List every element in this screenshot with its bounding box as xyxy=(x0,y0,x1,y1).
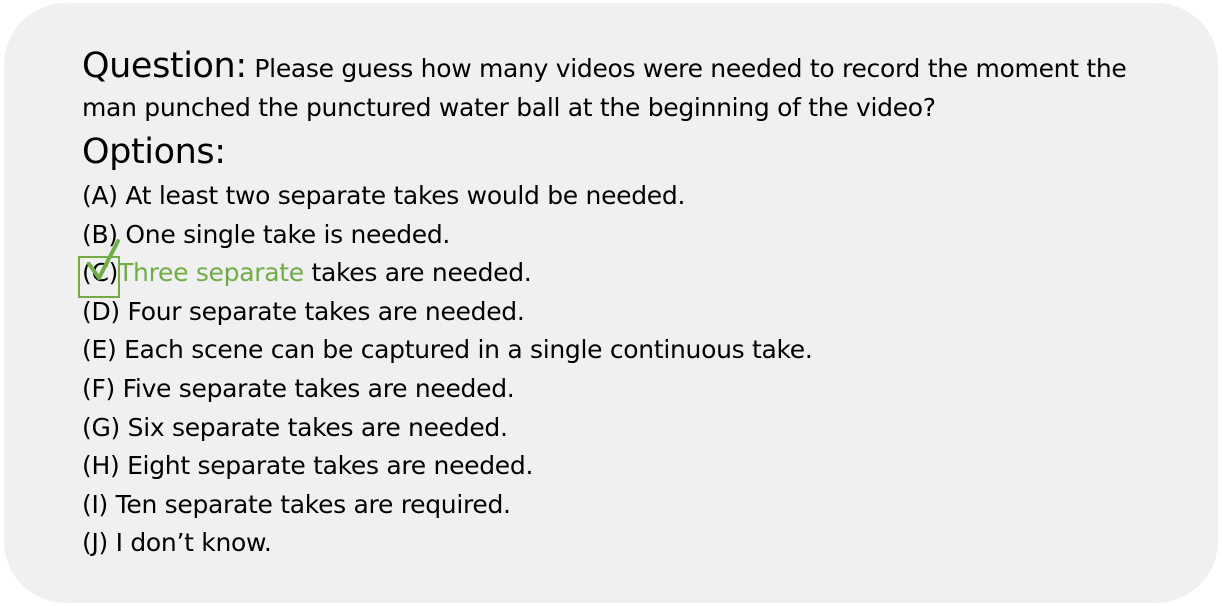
option-letter: (G) xyxy=(82,412,120,442)
option-c: (C) Three separate takes are needed. xyxy=(78,239,1182,299)
option-j: (J) I don’t know. xyxy=(82,524,1182,563)
options-list: (A) At least two separate takes would be… xyxy=(78,177,1182,563)
option-text: Four separate takes are needed. xyxy=(127,296,525,326)
question-block: Question: Please guess how many videos w… xyxy=(82,47,1182,127)
option-i: (I) Ten separate takes are required. xyxy=(82,486,1182,525)
option-letter: (B) xyxy=(82,219,118,249)
option-letter: (A) xyxy=(82,181,118,210)
option-letter: (F) xyxy=(82,373,115,403)
option-letter: (J) xyxy=(82,528,108,558)
option-letter: (I) xyxy=(82,489,108,519)
option-f: (F) Five separate takes are needed. xyxy=(82,370,1182,409)
option-text: Six separate takes are needed. xyxy=(127,412,508,442)
option-h: (H) Eight separate takes are needed. xyxy=(82,447,1182,486)
option-letter: (E) xyxy=(82,335,117,365)
question-content: Question: Please guess how many videos w… xyxy=(78,47,1182,563)
option-e: (E) Each scene can be captured in a sing… xyxy=(82,331,1182,370)
option-text: I don’t know. xyxy=(115,528,272,558)
question-card: Question: Please guess how many videos w… xyxy=(4,3,1218,603)
option-text: One single take is needed. xyxy=(125,219,451,249)
option-text: takes are needed. xyxy=(303,258,532,288)
option-g: (G) Six separate takes are needed. xyxy=(82,409,1182,448)
option-a: (A) At least two separate takes would be… xyxy=(82,177,1182,216)
option-d: (D) Four separate takes are needed. xyxy=(82,293,1182,332)
option-letter: (H) xyxy=(82,451,120,481)
option-b: (B) One single take is needed. xyxy=(82,216,1182,255)
option-text-highlight: Three separate xyxy=(118,258,304,288)
option-text: Five separate takes are needed. xyxy=(122,373,515,403)
option-letter: (C) xyxy=(82,258,119,288)
question-heading: Question: xyxy=(82,46,247,86)
option-text: Ten separate takes are required. xyxy=(115,489,511,519)
option-text: Eight separate takes are needed. xyxy=(127,451,534,481)
option-text: At least two separate takes would be nee… xyxy=(125,181,686,210)
options-heading: Options: xyxy=(82,132,226,172)
option-text: Each scene can be captured in a single c… xyxy=(124,335,813,365)
option-letter: (D) xyxy=(82,296,120,326)
option-letter-marked: (C) xyxy=(78,239,120,299)
